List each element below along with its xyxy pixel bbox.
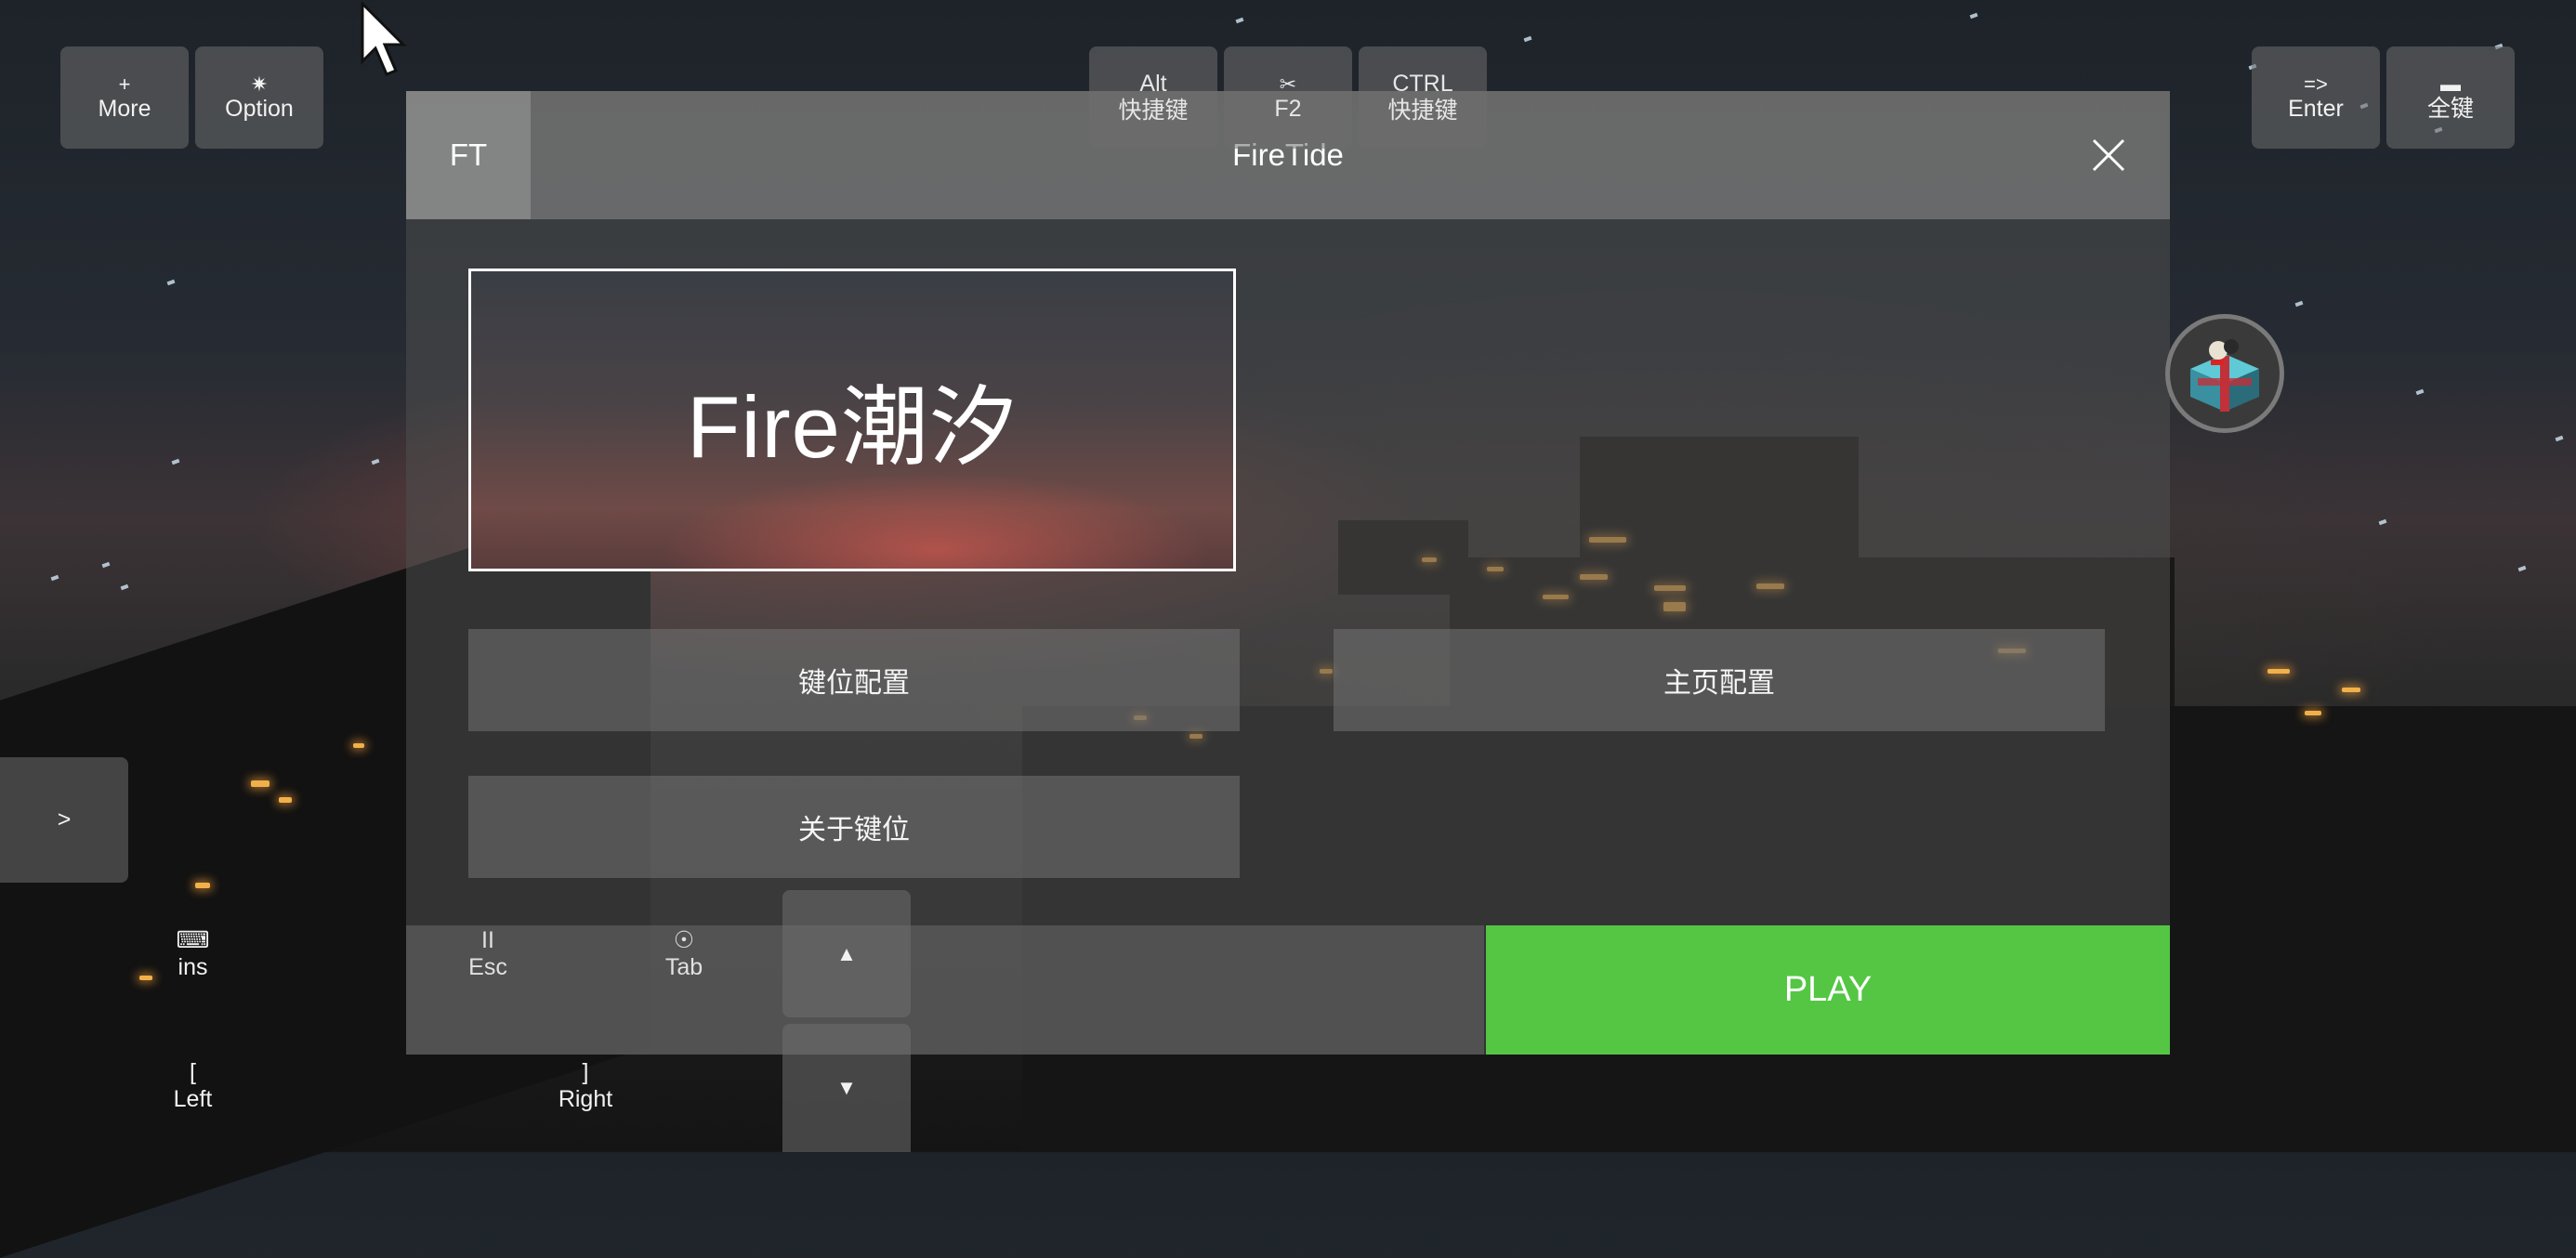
ins-label: ins [177,954,208,980]
ctrl-shortcut-label: 快捷键 [1387,98,1458,124]
home-config-button[interactable]: 主页配置 [1334,629,2105,731]
arrow-up-icon: ▲ [836,941,857,965]
f2-button[interactable]: ✂ F2 [1224,46,1352,149]
f2-label: F2 [1274,95,1302,122]
gift-box-icon [2190,339,2259,412]
full-keyboard-button[interactable]: ▬ 全键 [2386,46,2515,149]
tab-label: Tab [664,954,703,980]
keyboard-bar-icon: ▬ [2440,72,2461,96]
right-key[interactable]: ] Right [548,1059,623,1113]
pause-icon: II [481,927,494,953]
fire-tide-banner: Fire潮汐 [468,269,1236,571]
down-arrow-button[interactable]: ▼ [782,1024,911,1152]
key-config-button[interactable]: 键位配置 [468,629,1240,731]
ctrl-shortcut-button[interactable]: CTRL 快捷键 [1359,46,1487,149]
arrow-down-icon: ▼ [836,1076,857,1099]
esc-key[interactable]: II Esc [460,927,516,981]
enter-button[interactable]: => Enter [2252,46,2380,149]
esc-label: Esc [468,954,507,980]
arrow-icon: => [2304,72,2328,96]
ctrl-key-label: CTRL [1392,71,1453,97]
alt-shortcut-label: 快捷键 [1118,98,1189,124]
about-keys-button[interactable]: 关于键位 [468,776,1240,878]
star-icon: ✷ [250,72,269,96]
more-button[interactable]: + More [60,46,189,149]
full-keyboard-label: 全键 [2426,95,2474,122]
alt-shortcut-button[interactable]: Alt 快捷键 [1089,46,1217,149]
right-bracket-icon: ] [582,1059,589,1085]
left-label: Left [173,1086,213,1112]
tab-key[interactable]: ☉ Tab [656,927,712,981]
ins-key[interactable]: ⌨ ins [167,927,218,981]
expand-panel-button[interactable]: > [0,757,128,883]
mouse-cursor-icon [361,2,407,76]
chevron-right-icon: > [57,806,72,832]
banner-text: Fire潮汐 [687,378,1018,476]
player-avatar[interactable] [2165,314,2284,433]
scissors-icon: ✂ [1279,72,1297,96]
left-key[interactable]: [ Left [158,1059,228,1113]
alt-key-label: Alt [1139,71,1167,97]
play-button[interactable]: PLAY [1486,925,2170,1055]
dialog-footer [406,925,1484,1055]
option-button[interactable]: ✷ Option [195,46,323,149]
plus-icon: + [118,72,131,96]
close-icon[interactable] [2088,135,2129,176]
keyboard-icon: ⌨ [176,927,210,953]
firetide-dialog: FT FireTide Fire潮汐 键位配置 主页配置 关于键位 PLAY [406,91,2170,1055]
enter-label: Enter [2288,95,2344,122]
more-label: More [98,95,151,122]
target-icon: ☉ [673,927,695,953]
right-label: Right [558,1086,613,1112]
left-bracket-icon: [ [190,1059,196,1085]
option-label: Option [225,95,294,122]
up-arrow-button[interactable]: ▲ [782,890,911,1017]
